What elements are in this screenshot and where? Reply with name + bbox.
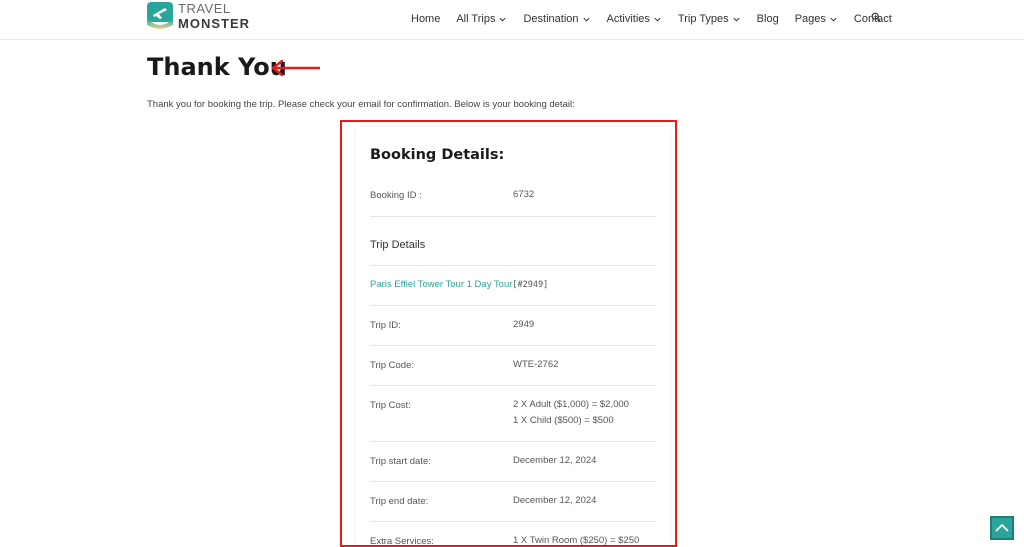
scroll-to-top-button[interactable] — [990, 516, 1014, 540]
nav-label: Destination — [523, 13, 579, 25]
logo-line-1: TRAVEL — [178, 1, 231, 16]
plane-logo-icon — [146, 1, 174, 31]
intro-text: Thank you for booking the trip. Please c… — [147, 99, 575, 110]
nav-item-all-trips[interactable]: All Trips — [456, 13, 507, 25]
chevron-down-icon — [733, 17, 740, 22]
chevron-down-icon — [830, 17, 837, 22]
nav-item-destination[interactable]: Destination — [523, 13, 590, 25]
nav-item-activities[interactable]: Activities — [607, 13, 662, 25]
page-title: Thank You — [147, 53, 287, 81]
chevron-down-icon — [654, 17, 661, 22]
nav-item-home[interactable]: Home — [411, 13, 440, 25]
nav-label: Home — [411, 13, 441, 25]
red-arrow-annotation-icon — [271, 59, 320, 77]
highlight-box — [340, 120, 677, 547]
logo-line-2: MONSTER — [178, 16, 250, 31]
nav-label: Blog — [756, 13, 779, 25]
nav-label: Pages — [794, 13, 826, 25]
search-icon[interactable] — [871, 12, 881, 22]
site-logo[interactable]: TRAVEL MONSTER — [146, 1, 250, 31]
nav-item-trip-types[interactable]: Trip Types — [678, 13, 741, 25]
arrow-up-icon — [995, 523, 1009, 532]
site-header: TRAVEL MONSTER Home All Trips Destinatio… — [0, 0, 1024, 40]
nav-label: Trip Types — [677, 13, 729, 25]
nav-label: Activities — [606, 13, 650, 25]
chevron-down-icon — [499, 17, 507, 22]
nav-label: All Trips — [456, 13, 496, 25]
main-nav: Home All Trips Destination Activities Tr… — [411, 0, 908, 38]
nav-item-blog[interactable]: Blog — [757, 13, 779, 25]
nav-item-pages[interactable]: Pages — [795, 13, 838, 25]
chevron-down-icon — [582, 17, 590, 22]
